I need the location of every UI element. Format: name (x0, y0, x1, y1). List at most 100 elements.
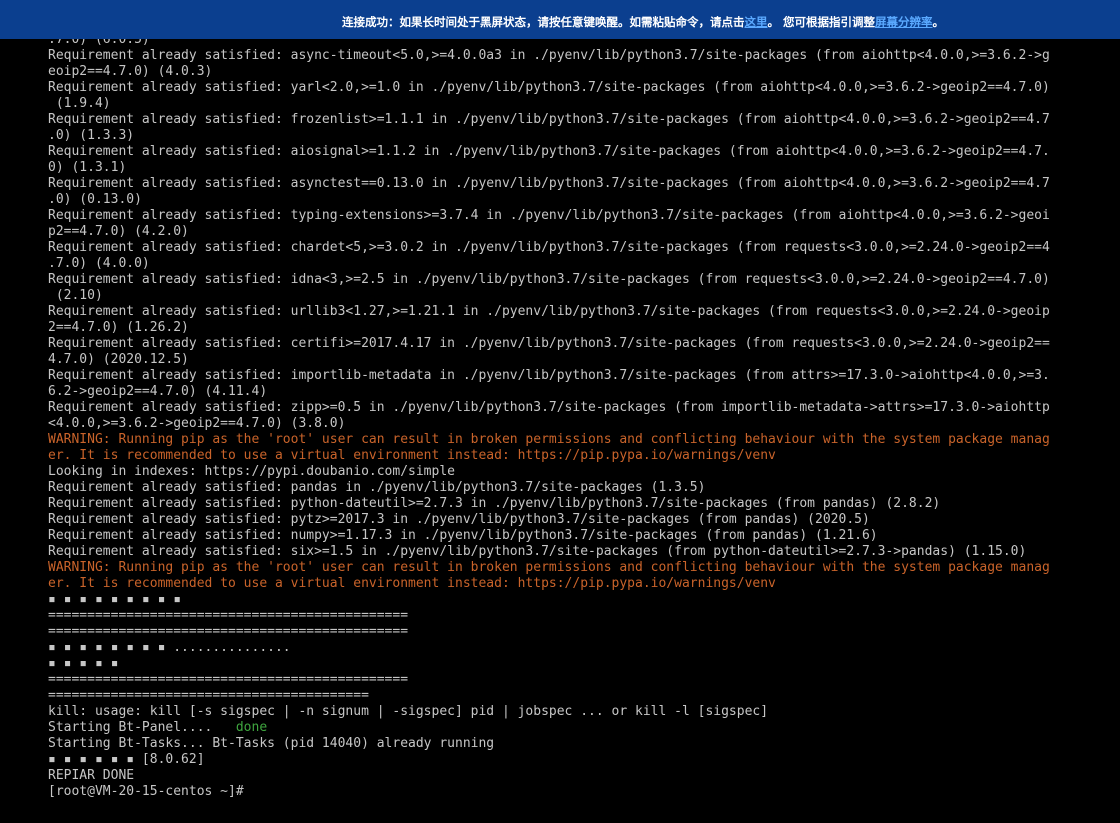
banner-message-end: 。 (932, 15, 945, 29)
terminal-line: Requirement already satisfied: numpy>=1.… (48, 528, 1078, 544)
terminal-line: ▪ ▪ ▪ ▪ ▪ (48, 656, 1078, 672)
terminal-line: 2==4.7.0) (1.26.2) (48, 320, 1078, 336)
terminal-line-text: Requirement already satisfied: zipp>=0.5… (48, 400, 1050, 415)
terminal-line: eoip2==4.7.0) (4.0.3) (48, 64, 1078, 80)
terminal-line-text: Requirement already satisfied: python-da… (48, 496, 941, 511)
terminal-line-text: (2.10) (48, 288, 103, 303)
terminal-line-text: 0) (1.3.1) (48, 160, 127, 175)
terminal-line-text: Requirement already satisfied: six>=1.5 … (48, 544, 1027, 559)
terminal-line-text: Requirement already satisfied: async-tim… (48, 48, 1050, 63)
terminal-line: Requirement already satisfied: python-da… (48, 496, 1078, 512)
terminal-warning-line: WARNING: Running pip as the 'root' user … (48, 560, 1078, 576)
terminal-line: REPIAR DONE (48, 768, 1078, 784)
terminal-line-text: ========================================… (48, 608, 409, 623)
terminal-line: ▪ ▪ ▪ ▪ ▪ ▪ ▪ ▪ ............... (48, 640, 1078, 656)
terminal-line-text: p2==4.7.0) (4.2.0) (48, 224, 189, 239)
terminal-line-text: WARNING: Running pip as the 'root' user … (48, 432, 1050, 447)
terminal-line-text: ▪ ▪ ▪ ▪ ▪ (48, 656, 119, 671)
terminal-line-text: Requirement already satisfied: idna<3,>=… (48, 272, 1050, 287)
terminal-line: .0) (0.13.0) (48, 192, 1078, 208)
terminal-line: ▪ ▪ ▪ ▪ ▪ ▪ ▪ ▪ ▪ (48, 592, 1078, 608)
terminal-line: Requirement already satisfied: zipp>=0.5… (48, 400, 1078, 416)
terminal-line: ========================================… (48, 608, 1078, 624)
terminal-line: Requirement already satisfied: typing-ex… (48, 208, 1078, 224)
terminal-line: Requirement already satisfied: certifi>=… (48, 336, 1078, 352)
terminal-line: Requirement already satisfied: async-tim… (48, 48, 1078, 64)
terminal-line: Requirement already satisfied: importlib… (48, 368, 1078, 384)
terminal-line: .0) (1.3.3) (48, 128, 1078, 144)
terminal-line: Requirement already satisfied: chardet<5… (48, 240, 1078, 256)
terminal-line-text: 6.2->geoip2==4.7.0) (4.11.4) (48, 384, 268, 399)
terminal-line-text: kill: usage: kill [-s sigspec | -n signu… (48, 704, 769, 719)
terminal-line: ▪ ▪ ▪ ▪ ▪ ▪ [8.0.62] (48, 752, 1078, 768)
terminal-line-text: REPIAR DONE (48, 768, 135, 783)
terminal-line-text: Starting Bt-Tasks... Bt-Tasks (pid 14040… (48, 736, 495, 751)
banner-message-middle: 。 您可根据指引调整 (767, 15, 876, 29)
terminal-line-text: Requirement already satisfied: pytz>=201… (48, 512, 870, 527)
terminal-line: .7.0) (4.0.0) (48, 256, 1078, 272)
terminal-line: kill: usage: kill [-s sigspec | -n signu… (48, 704, 1078, 720)
terminal-line: Requirement already satisfied: pandas in… (48, 480, 1078, 496)
terminal-line: Starting Bt-Panel.... done (48, 720, 1078, 736)
terminal-line: ========================================… (48, 624, 1078, 640)
terminal-line: Requirement already satisfied: frozenlis… (48, 112, 1078, 128)
paste-command-link[interactable]: 这里 (745, 15, 768, 29)
terminal-line-text: WARNING: Running pip as the 'root' user … (48, 560, 1050, 575)
terminal-line: Requirement already satisfied: yarl<2.0,… (48, 80, 1078, 96)
terminal-line-text: Requirement already satisfied: chardet<5… (48, 240, 1050, 255)
terminal-line-text: ========================================… (48, 688, 369, 703)
terminal-line: Requirement already satisfied: six>=1.5 … (48, 544, 1078, 560)
terminal-line-text: Requirement already satisfied: numpy>=1.… (48, 528, 878, 543)
terminal-line-text: (1.9.4) (48, 96, 111, 111)
terminal-line-text: Requirement already satisfied: pandas in… (48, 480, 706, 495)
screen-resolution-link[interactable]: 屏幕分辨率 (875, 15, 933, 29)
terminal-line-text: er. It is recommended to use a virtual e… (48, 576, 776, 591)
terminal-line-text: Starting Bt-Panel.... (48, 720, 236, 735)
terminal-line-text: Requirement already satisfied: typing-ex… (48, 208, 1050, 223)
terminal-line-text: ▪ ▪ ▪ ▪ ▪ ▪ [8.0.62] (48, 752, 205, 767)
terminal-line-text: 4.7.0) (2020.12.5) (48, 352, 189, 367)
terminal-warning-line: er. It is recommended to use a virtual e… (48, 448, 1078, 464)
terminal-line-text: ========================================… (48, 672, 409, 687)
terminal-line-text: [root@VM-20-15-centos ~]# (48, 784, 252, 799)
terminal-line-text: .7.0) (4.0.0) (48, 256, 150, 271)
terminal-line-text: ▪ ▪ ▪ ▪ ▪ ▪ ▪ ▪ ............... (48, 640, 291, 655)
terminal-warning-line: WARNING: Running pip as the 'root' user … (48, 432, 1078, 448)
terminal-line-text: Requirement already satisfied: yarl<2.0,… (48, 80, 1050, 95)
terminal-line: Requirement already satisfied: pytz>=201… (48, 512, 1078, 528)
terminal-line-text: <4.0.0,>=3.6.2->geoip2==4.7.0) (3.8.0) (48, 416, 346, 431)
terminal-prompt-line: [root@VM-20-15-centos ~]# (48, 784, 1078, 800)
terminal-line-text: er. It is recommended to use a virtual e… (48, 448, 776, 463)
terminal-line: ========================================… (48, 672, 1078, 688)
terminal-line: 4.7.0) (2020.12.5) (48, 352, 1078, 368)
terminal-screen[interactable]: .7.0) (6.0.5) Requirement already satisfi… (48, 32, 1078, 823)
terminal-line: 0) (1.3.1) (48, 160, 1078, 176)
terminal-line-text: 2==4.7.0) (1.26.2) (48, 320, 189, 335)
terminal-line: (1.9.4) (48, 96, 1078, 112)
terminal-line-text: Requirement already satisfied: certifi>=… (48, 336, 1050, 351)
terminal-line-text: Requirement already satisfied: frozenlis… (48, 112, 1050, 127)
terminal-line: Starting Bt-Tasks... Bt-Tasks (pid 14040… (48, 736, 1078, 752)
status-done-text: done (235, 720, 268, 735)
terminal-line-text: .0) (0.13.0) (48, 192, 142, 207)
terminal-warning-line: er. It is recommended to use a virtual e… (48, 576, 1078, 592)
terminal-line: (2.10) (48, 288, 1078, 304)
terminal-line-text: Looking in indexes: https://pypi.doubani… (48, 464, 455, 479)
terminal-line-text: Requirement already satisfied: importlib… (48, 368, 1050, 383)
terminal-line: p2==4.7.0) (4.2.0) (48, 224, 1078, 240)
terminal-line-text: Requirement already satisfied: asynctest… (48, 176, 1050, 191)
terminal-line-text: ▪ ▪ ▪ ▪ ▪ ▪ ▪ ▪ ▪ (48, 592, 182, 607)
terminal-line: Requirement already satisfied: asynctest… (48, 176, 1078, 192)
terminal-line-text: ========================================… (48, 624, 409, 639)
terminal-line: Requirement already satisfied: idna<3,>=… (48, 272, 1078, 288)
banner-message: 连接成功：如果长时间处于黑屏状态，请按任意键唤醒。如需粘贴命令，请点击 (342, 15, 745, 29)
terminal-line: Requirement already satisfied: aiosignal… (48, 144, 1078, 160)
terminal-line: Requirement already satisfied: urllib3<1… (48, 304, 1078, 320)
terminal-line: 6.2->geoip2==4.7.0) (4.11.4) (48, 384, 1078, 400)
connection-banner: 连接成功：如果长时间处于黑屏状态，请按任意键唤醒。如需粘贴命令，请点击这里。 您… (0, 0, 1120, 39)
terminal-line: ========================================… (48, 688, 1078, 704)
terminal-line-text: .0) (1.3.3) (48, 128, 135, 143)
terminal-line: Looking in indexes: https://pypi.doubani… (48, 464, 1078, 480)
terminal-line: <4.0.0,>=3.6.2->geoip2==4.7.0) (3.8.0) (48, 416, 1078, 432)
terminal-line-text: Requirement already satisfied: urllib3<1… (48, 304, 1050, 319)
